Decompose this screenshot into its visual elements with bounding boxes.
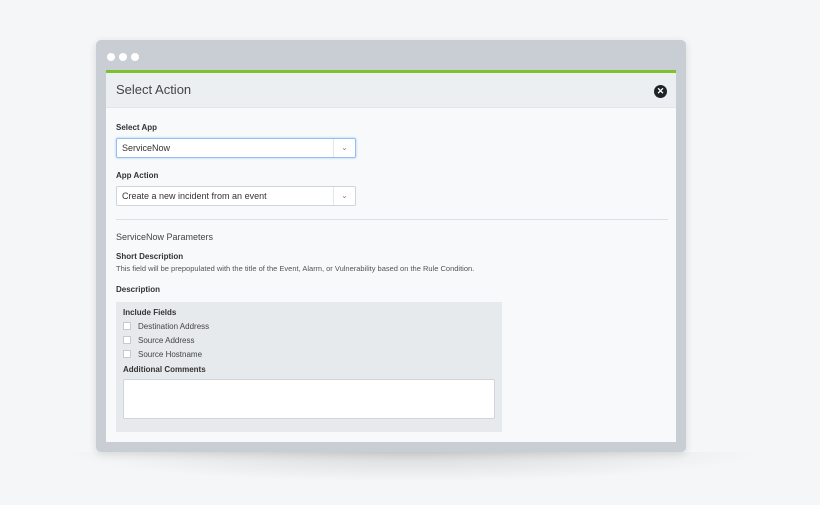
checkbox[interactable]	[123, 322, 131, 330]
field-option[interactable]: Source Address	[123, 336, 495, 345]
close-icon[interactable]: ✕	[654, 85, 667, 98]
additional-comments-label: Additional Comments	[123, 364, 206, 374]
window-controls	[107, 53, 139, 61]
select-app-dropdown[interactable]: ServiceNow ⌄	[116, 138, 356, 158]
select-app-label: Select App	[116, 123, 158, 132]
select-action-dialog: Select Action ✕ Select App ServiceNow ⌄ …	[106, 70, 676, 442]
field-option-label: Destination Address	[138, 321, 210, 331]
window-dot-3[interactable]	[131, 53, 139, 61]
window-dot-1[interactable]	[107, 53, 115, 61]
checkbox[interactable]	[123, 336, 131, 344]
app-action-value: Create a new incident from an event	[122, 191, 267, 201]
dialog-body: Select App ServiceNow ⌄ App Action Creat…	[106, 108, 676, 432]
chevron-down-icon[interactable]: ⌄	[333, 187, 355, 205]
select-app-value: ServiceNow	[122, 143, 171, 153]
window-shadow	[60, 452, 760, 482]
parameters-title: ServiceNow Parameters	[116, 232, 214, 242]
field-option-label: Source Address	[138, 335, 195, 345]
dialog-header: Select Action ✕	[106, 73, 676, 108]
include-fields-label: Include Fields	[123, 307, 177, 317]
window-dot-2[interactable]	[119, 53, 127, 61]
field-option[interactable]: Source Hostname	[123, 350, 495, 359]
description-label: Description	[116, 284, 161, 294]
divider	[116, 219, 668, 220]
field-option-label: Source Hostname	[138, 349, 203, 359]
additional-comments-textarea[interactable]	[123, 378, 495, 419]
include-fields-panel: Include Fields Destination Address Sourc…	[116, 301, 502, 432]
app-action-label: App Action	[116, 171, 159, 180]
checkbox[interactable]	[123, 350, 131, 358]
short-description-label: Short Description	[116, 252, 184, 261]
field-option[interactable]: Destination Address	[123, 322, 495, 331]
short-description-help: This field will be prepopulated with the…	[116, 264, 475, 273]
app-window: Select Action ✕ Select App ServiceNow ⌄ …	[96, 40, 686, 452]
app-action-dropdown[interactable]: Create a new incident from an event ⌄	[116, 186, 356, 206]
chevron-down-icon[interactable]: ⌄	[333, 139, 355, 157]
dialog-title: Select Action	[116, 82, 192, 97]
